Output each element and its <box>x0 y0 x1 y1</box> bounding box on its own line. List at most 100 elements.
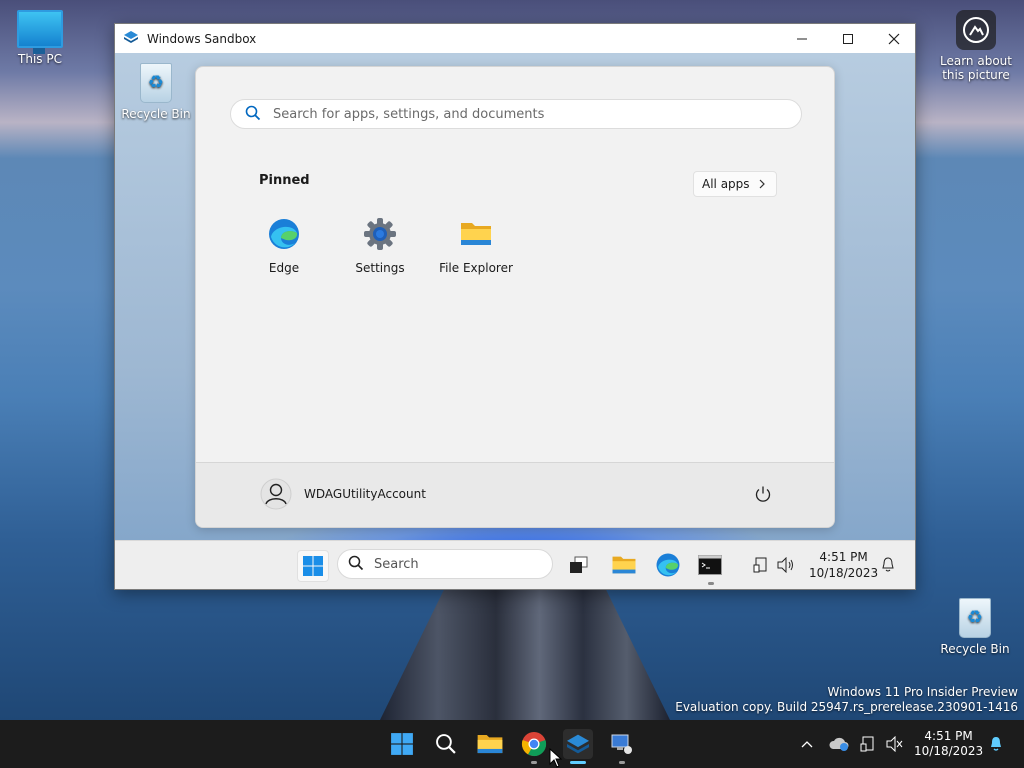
learn-about-label: Learn about this picture <box>940 54 1012 82</box>
windows-logo-icon <box>391 733 413 755</box>
start-menu-footer: WDAGUtilityAccount <box>196 462 834 527</box>
host-chrome[interactable] <box>519 729 549 759</box>
sandbox-desktop-icon-recycle-bin[interactable]: ♻ Recycle Bin <box>121 63 191 121</box>
host-volume-button[interactable] <box>880 729 910 759</box>
maximize-button[interactable] <box>825 24 871 53</box>
search-icon <box>348 555 364 574</box>
host-clock-time: 4:51 PM <box>924 729 973 743</box>
sandbox-app-icon <box>567 734 589 754</box>
sandbox-window: Windows Sandbox ♻ Recycle Bin Pinned <box>114 23 916 590</box>
host-search-button[interactable] <box>431 729 461 759</box>
desktop-icon-recycle-bin[interactable]: ♻ Recycle Bin <box>937 598 1013 656</box>
chrome-icon <box>521 732 547 757</box>
network-icon <box>860 736 874 752</box>
sandbox-app-icon <box>123 30 139 47</box>
taskbar-edge[interactable] <box>653 550 683 580</box>
volume-button[interactable] <box>771 550 801 580</box>
bell-icon <box>882 557 894 572</box>
start-search-box[interactable] <box>230 99 802 129</box>
host-notifications-button[interactable] <box>981 729 1011 759</box>
window-titlebar[interactable]: Windows Sandbox <box>115 24 915 53</box>
onedrive-button[interactable] <box>824 729 854 759</box>
command-prompt-icon <box>698 555 722 575</box>
volume-icon <box>777 557 793 573</box>
pinned-app-label: Settings <box>355 261 405 275</box>
pinned-app-file-explorer[interactable]: File Explorer <box>428 217 524 275</box>
bell-icon <box>991 737 1001 751</box>
camera-icon <box>956 10 996 50</box>
chevron-right-icon <box>759 179 765 189</box>
folder-icon <box>612 556 636 574</box>
desktop-icon-label: Recycle Bin <box>940 642 1010 656</box>
taskbar-file-explorer[interactable] <box>609 550 639 580</box>
all-apps-button[interactable]: All apps <box>693 171 777 197</box>
search-icon <box>436 734 456 754</box>
user-account-button[interactable]: WDAGUtilityAccount <box>260 478 426 510</box>
folder-icon <box>477 734 503 754</box>
host-clock-date: 10/18/2023 <box>914 744 984 758</box>
start-search-input[interactable] <box>271 105 775 123</box>
sandbox-taskbar: Search 4:51 PM 10/18/2023 <box>115 540 915 589</box>
start-menu: Pinned All apps Edge Settings <box>195 66 835 528</box>
taskbar-terminal[interactable] <box>695 550 725 580</box>
sandbox-start-button[interactable] <box>297 550 329 582</box>
pinned-app-label: Edge <box>268 261 300 275</box>
folder-icon <box>459 217 493 251</box>
watermark-line-1: Windows 11 Pro Insider Preview <box>827 685 1018 699</box>
minimize-button[interactable] <box>779 24 825 53</box>
sandbox-clock[interactable]: 4:51 PM 10/18/2023 <box>809 549 878 581</box>
learn-about-picture[interactable]: Learn about this picture <box>940 10 1012 82</box>
running-indicator <box>619 761 625 764</box>
desktop-icon-this-pc[interactable]: This PC <box>2 10 78 66</box>
host-file-explorer[interactable] <box>475 729 505 759</box>
show-hidden-icons-button[interactable] <box>792 729 822 759</box>
network-icon <box>753 557 767 573</box>
close-button[interactable] <box>871 24 917 53</box>
pier-image <box>380 590 670 720</box>
sandbox-taskbar-search[interactable]: Search <box>337 549 553 579</box>
active-indicator <box>570 761 586 764</box>
pinned-app-label: File Explorer <box>439 261 513 275</box>
power-icon <box>755 486 771 502</box>
minimize-icon <box>797 38 807 39</box>
window-title: Windows Sandbox <box>147 31 257 46</box>
sandbox-clock-time: 4:51 PM <box>819 550 868 564</box>
host-taskbar: 4:51 PM 10/18/2023 <box>0 720 1024 768</box>
all-apps-label: All apps <box>702 177 750 191</box>
task-view-button[interactable] <box>563 550 593 580</box>
taskbar-search-label: Search <box>374 556 419 572</box>
edge-icon <box>267 217 301 251</box>
pinned-apps-grid: Edge Settings File Explorer <box>236 217 524 275</box>
user-name: WDAGUtilityAccount <box>304 487 426 501</box>
task-view-icon <box>570 556 588 573</box>
windows-logo-icon <box>303 556 323 576</box>
chevron-up-icon <box>801 741 813 748</box>
pinned-heading: Pinned <box>259 173 310 188</box>
pinned-app-settings[interactable]: Settings <box>332 217 428 275</box>
recycle-bin-icon: ♻ <box>140 63 172 103</box>
host-clock[interactable]: 4:51 PM 10/18/2023 <box>914 729 983 759</box>
recycle-bin-icon: ♻ <box>959 598 991 638</box>
power-button[interactable] <box>754 485 772 506</box>
host-start-button[interactable] <box>387 729 417 759</box>
sandbox-desktop: ♻ Recycle Bin Pinned All apps <box>115 53 915 589</box>
desktop-icon-label: Recycle Bin <box>121 107 191 121</box>
cloud-icon <box>829 737 849 751</box>
running-indicator <box>708 582 714 585</box>
user-avatar-icon <box>260 478 292 510</box>
settings-gear-icon <box>363 217 397 251</box>
volume-muted-icon <box>886 736 903 752</box>
host-windows-sandbox[interactable] <box>563 729 593 759</box>
edge-icon <box>656 553 680 577</box>
host-remote-desktop[interactable] <box>607 729 637 759</box>
close-icon <box>888 33 900 44</box>
evaluation-watermark: Windows 11 Pro Insider Preview Evaluatio… <box>675 685 1018 715</box>
watermark-line-2: Evaluation copy. Build 25947.rs_prerelea… <box>675 700 1018 714</box>
pinned-app-edge[interactable]: Edge <box>236 217 332 275</box>
sandbox-clock-date: 10/18/2023 <box>809 566 879 580</box>
remote-desktop-icon <box>611 734 632 754</box>
desktop-icon-label: This PC <box>18 52 62 66</box>
mouse-cursor-icon <box>549 748 563 768</box>
sandbox-notifications-button[interactable] <box>873 550 903 580</box>
running-indicator <box>531 761 537 764</box>
